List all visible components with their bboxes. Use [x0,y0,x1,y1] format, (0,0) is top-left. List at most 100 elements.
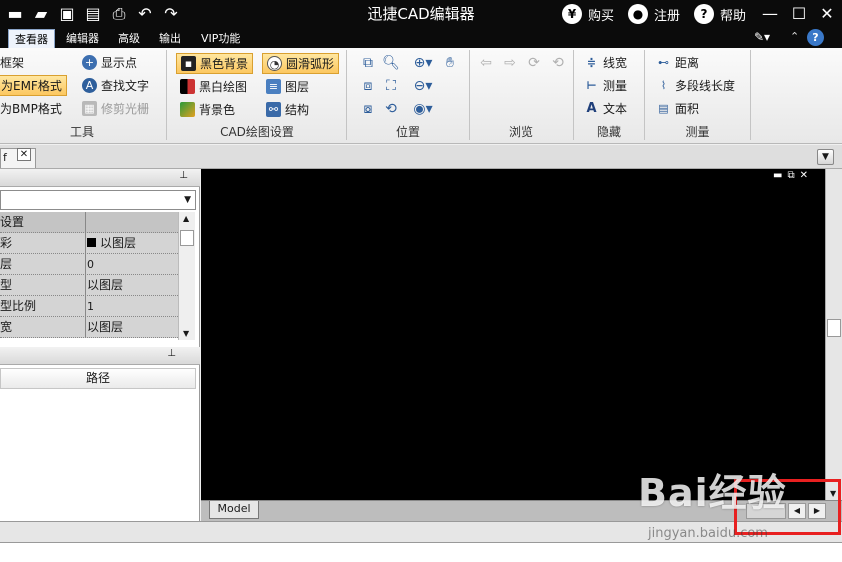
property-row-color[interactable]: 彩 以图层 [0,233,178,254]
redo-icon[interactable]: ↷ [160,4,182,24]
distance-button[interactable]: ⊷ 距离 [656,52,699,73]
canvas-vertical-scrollbar[interactable]: ▼ [825,169,842,500]
buy-button[interactable]: ¥ 购买 [562,3,614,25]
path-column-header[interactable]: 路径 [0,368,196,389]
bw-drawing-button[interactable]: 黑白绘图 [180,76,247,97]
property-scrollbar[interactable]: ▲ ▼ [178,212,195,340]
tab-output[interactable]: 输出 [153,29,187,48]
canvas-restore-icon[interactable]: ⧉ [787,170,794,182]
tab-editor[interactable]: 编辑器 [60,29,105,48]
drawing-canvas[interactable] [201,169,825,500]
zoom-window-icon[interactable]: ⧉ [358,53,378,73]
undo-icon[interactable]: ↶ [134,4,156,24]
ribbon-help-icon[interactable]: ? [807,29,824,46]
zoom-real-icon[interactable]: ⟲ [381,99,401,119]
zoom-extents-icon[interactable]: ⧈ [358,76,378,96]
model-tab[interactable]: Model [209,501,259,519]
pin-icon[interactable]: ⊥ [167,348,176,359]
black-background-icon: ▪ [181,56,196,71]
smooth-arc-button[interactable]: ◔ 圆滑弧形 [262,53,340,74]
layers-button[interactable]: ≡ 图层 [266,76,309,97]
fit-window-icon[interactable]: ⛶ [381,76,401,96]
property-key: 型比例 [0,296,86,317]
property-row-lineweight[interactable]: 宽 以图层 [0,317,178,338]
open-folder-icon[interactable]: ▰ [30,4,52,24]
collapse-ribbon-icon[interactable]: ⌃ [790,30,799,43]
property-key: 型 [0,275,86,296]
smooth-arc-icon: ◔ [267,56,282,71]
structure-icon: ⚯ [266,102,281,117]
back-arrow-icon[interactable]: ⇦ [476,53,496,73]
property-category-row[interactable]: 设置 [0,212,178,233]
crosshair-icon: + [82,55,97,70]
tab-list-dropdown-icon[interactable]: ▼ [817,149,834,165]
refresh-icon[interactable]: ⟲ [548,53,568,73]
zoom-out-icon[interactable]: ⊖▾ [410,76,436,96]
forward-arrow-icon[interactable]: ⇨ [500,53,520,73]
rotate-icon[interactable]: ⟳ [524,53,544,73]
polyline-length-button[interactable]: ⌇ 多段线长度 [656,75,735,96]
property-row-linetype-scale[interactable]: 型比例 1 [0,296,178,317]
color-swatch [87,238,96,247]
scroll-thumb[interactable] [180,230,194,246]
find-text-button[interactable]: A 查找文字 [82,75,149,96]
maximize-icon[interactable]: ☐ [786,2,812,26]
canvas-minimize-icon[interactable]: ▬ [773,170,782,182]
group-separator [750,50,751,140]
zoom-options-icon[interactable]: ◉▾ [410,99,436,119]
structure-button[interactable]: ⚯ 结构 [266,99,309,120]
black-background-button[interactable]: ▪ 黑色背景 [176,53,254,74]
show-points-button[interactable]: + 显示点 [82,52,137,73]
property-category-blank [87,212,177,233]
zoom-search-icon[interactable]: 🔍︎ [381,53,401,73]
help-button[interactable]: ? 帮助 [694,3,746,25]
line-width-icon: ≑ [586,56,597,69]
tab-vip[interactable]: VIP功能 [195,29,246,48]
document-tab-label: f [3,151,7,164]
scroll-thumb[interactable] [827,319,841,337]
print-icon[interactable]: ⎙ [108,4,130,24]
object-select[interactable]: ▼ [0,190,196,210]
watermark-logo: Bai经验 [638,471,787,515]
pan-hand-icon[interactable]: ✋︎ [440,53,460,73]
properties-panel-header: ⊥ [0,169,200,187]
buy-label: 购买 [588,8,615,24]
register-button[interactable]: ● 注册 [628,3,680,25]
style-brush-icon[interactable]: ✎▾ [754,30,770,44]
frame-button[interactable]: 框架 [0,52,24,73]
polyline-length-label: 多段线长度 [675,79,736,93]
canvas-close-icon[interactable]: ✕ [800,170,808,182]
group-label-position: 位置 [395,125,420,139]
trim-raster-button[interactable]: ▦ 修剪光栅 [82,98,149,119]
dimension-button[interactable]: ⊢ 测量 [584,75,627,96]
tab-advanced[interactable]: 高级 [112,29,146,48]
zoom-in-icon[interactable]: ⊕▾ [410,53,436,73]
area-button[interactable]: ▤ 面积 [656,98,699,119]
polyline-length-icon: ⌇ [660,79,667,92]
close-icon[interactable]: ✕ [814,2,840,26]
property-row-layer[interactable]: 层 0 [0,254,178,275]
export-emf-button[interactable]: 为EMF格式 [0,75,67,96]
scroll-down-icon[interactable]: ▼ [183,329,189,338]
export-emf-label: 为EMF格式 [1,79,62,93]
trim-raster-icon: ▦ [82,101,97,116]
scroll-up-icon[interactable]: ▲ [183,214,189,223]
export-bmp-button[interactable]: 为BMP格式 [0,98,62,119]
zoom-previous-icon[interactable]: ⧇ [358,99,378,119]
save-as-icon[interactable]: ▤ [82,4,104,24]
line-width-label: 线宽 [603,56,628,70]
property-category: 设置 [0,212,86,233]
property-row-linetype[interactable]: 型 以图层 [0,275,178,296]
group-separator [346,50,347,140]
save-icon[interactable]: ▣ [56,4,78,24]
pin-icon[interactable]: ⊥ [179,170,188,181]
new-file-icon[interactable]: ▬ [4,4,26,24]
background-color-label: 背景色 [199,103,236,117]
tab-viewer[interactable]: 查看器 [8,29,55,49]
close-tab-icon[interactable]: ✕ [17,148,31,161]
text-button[interactable]: A 文本 [584,98,627,119]
background-color-icon [180,102,195,117]
minimize-icon[interactable]: — [757,2,783,26]
line-width-button[interactable]: ≑ 线宽 [584,52,627,73]
background-color-button[interactable]: 背景色 [180,99,235,120]
